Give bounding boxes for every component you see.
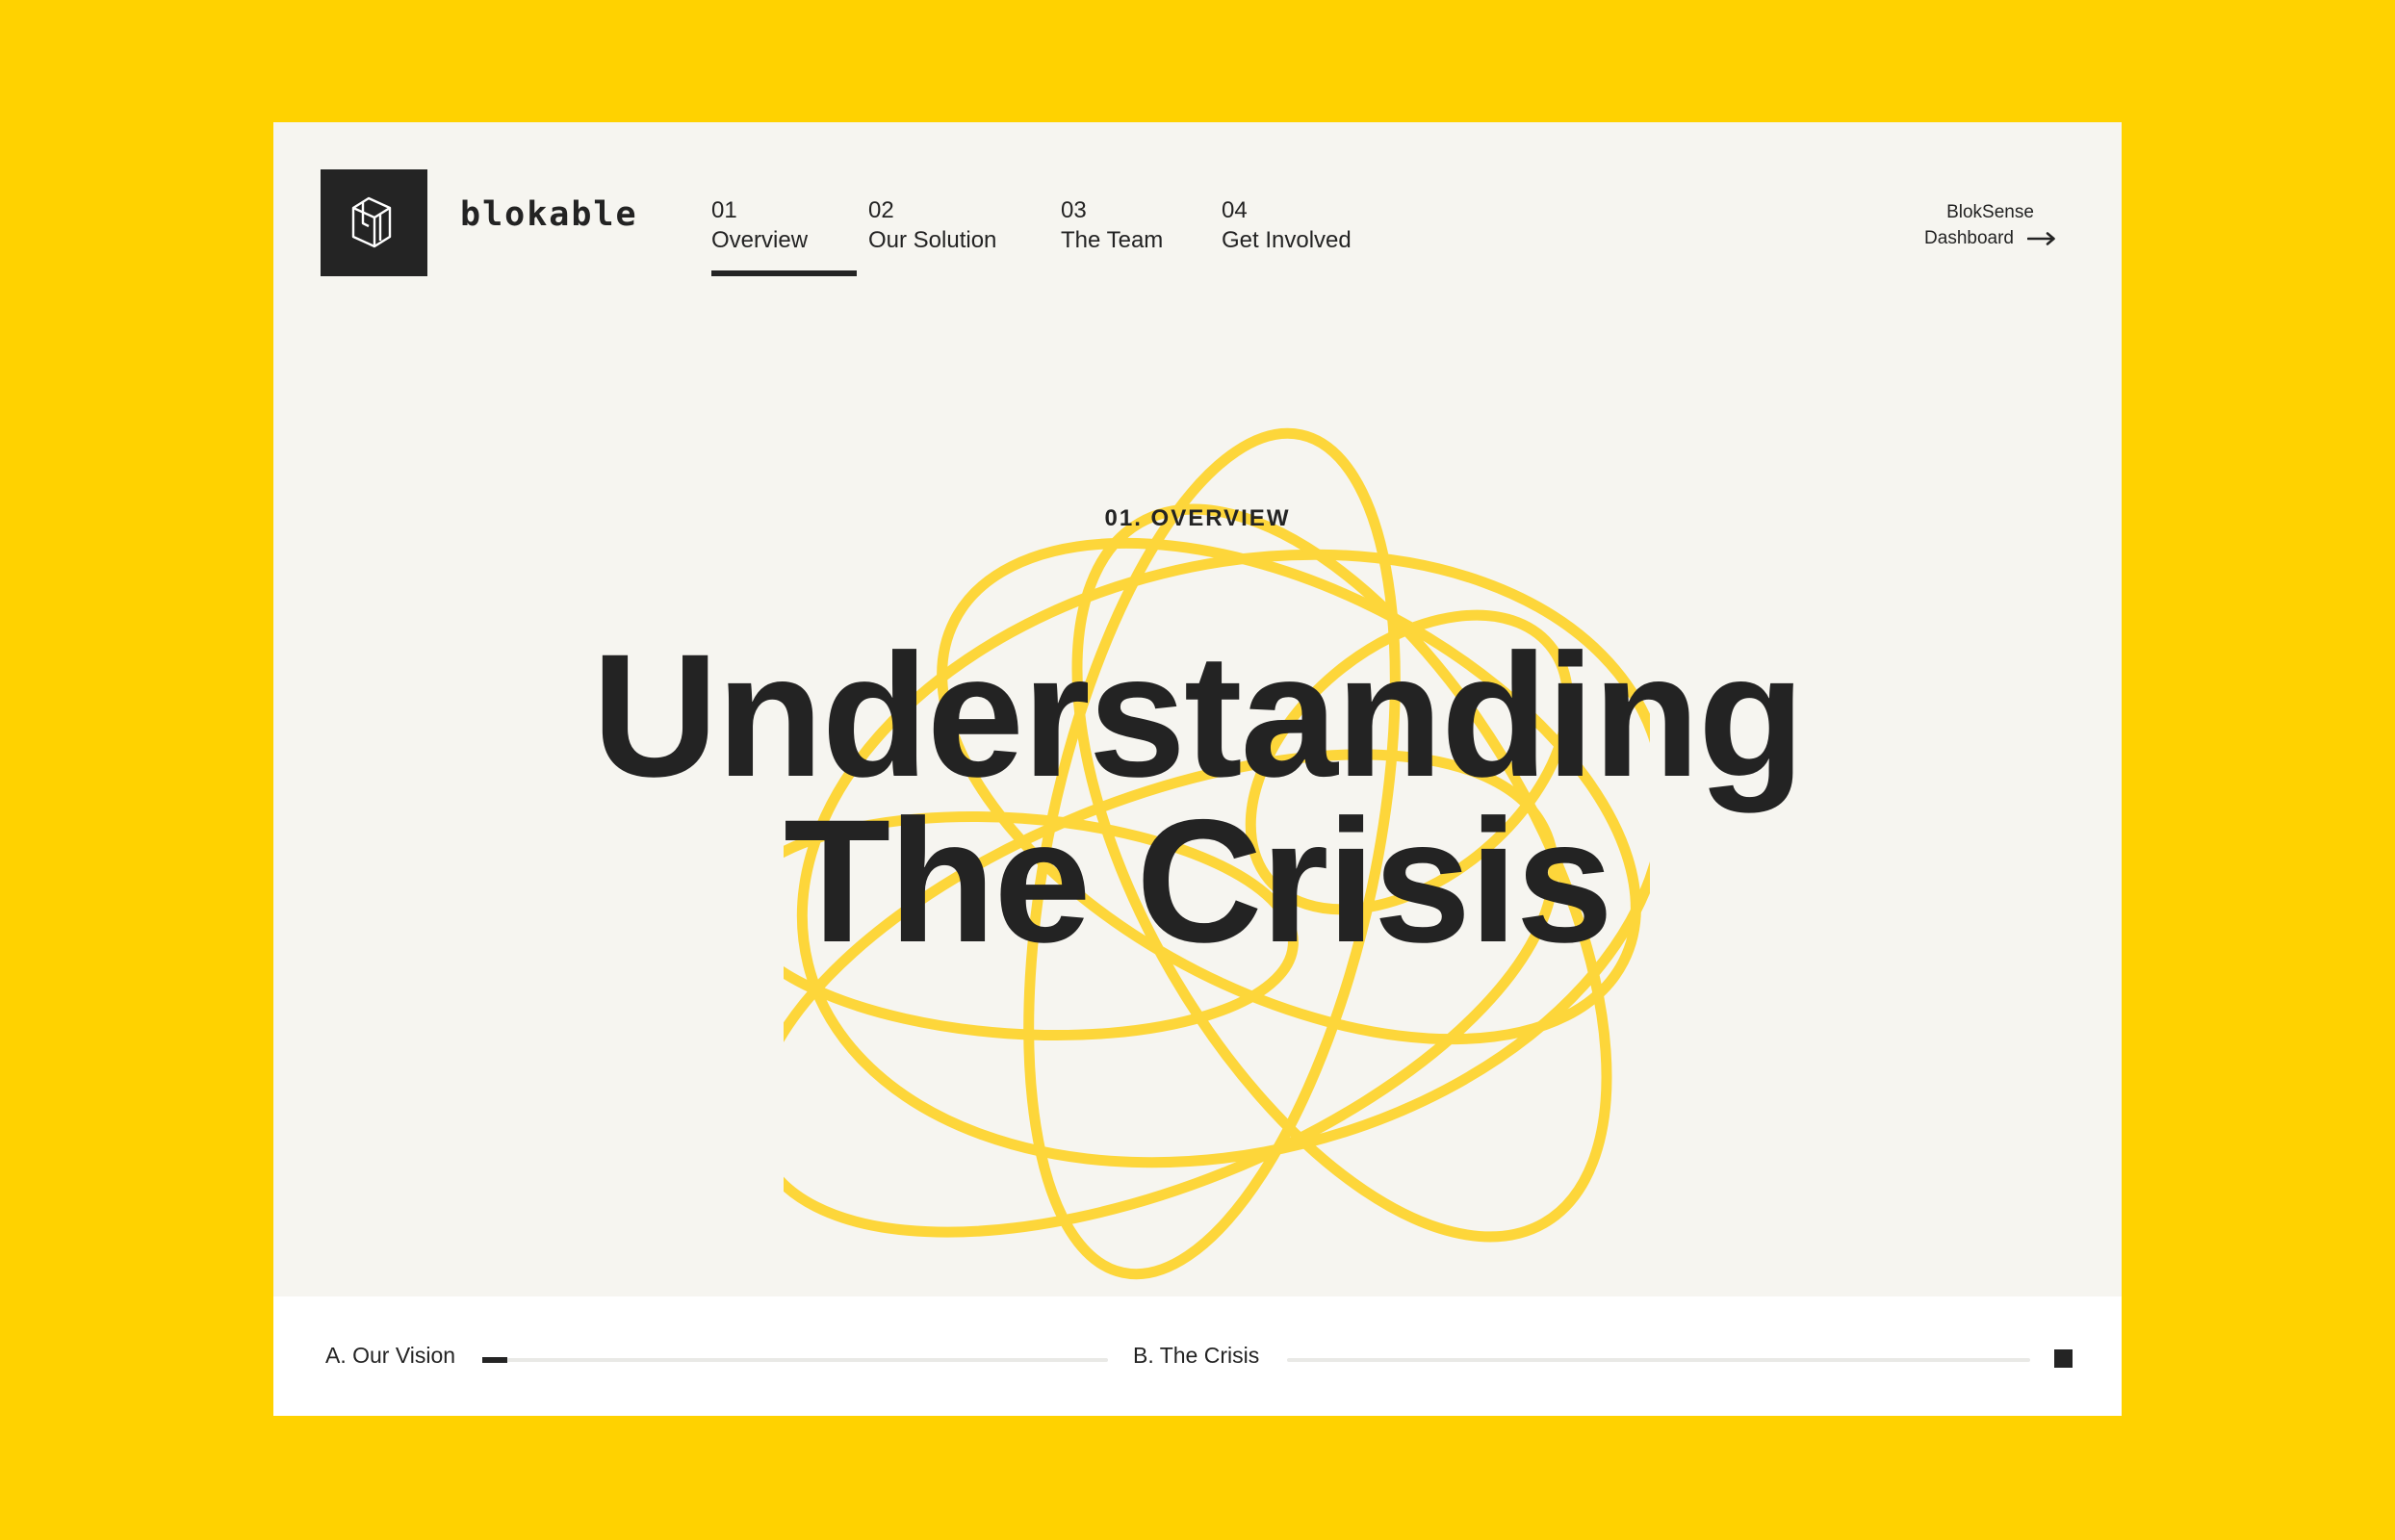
nav-item-the-team[interactable]: 03 The Team: [1061, 195, 1163, 255]
house-cube-icon: [351, 196, 392, 248]
stop-square-icon[interactable]: [2054, 1349, 2073, 1368]
section-link-our-vision[interactable]: A. Our Vision: [325, 1343, 455, 1369]
nav-item-label: Overview: [711, 227, 809, 253]
section-fill-our-vision: [482, 1357, 507, 1363]
nav-active-indicator: [711, 270, 857, 276]
hero-title: Understanding The Crisis: [273, 617, 2122, 979]
brand-wordmark[interactable]: blokable: [460, 195, 638, 234]
section-track-the-crisis[interactable]: [1287, 1358, 2030, 1362]
nav-item-our-solution[interactable]: 02 Our Solution: [868, 195, 996, 255]
dashboard-link[interactable]: BlokSense Dashboard: [1924, 199, 2056, 251]
dashboard-link-line2: Dashboard: [1924, 228, 2014, 248]
hero-title-line1: Understanding: [591, 617, 1805, 813]
section-progress-bar: A. Our Vision B. The Crisis: [273, 1296, 2122, 1416]
nav-item-label: The Team: [1061, 227, 1164, 253]
section-track-our-vision[interactable]: [482, 1357, 1108, 1363]
nav-item-label: Get Involved: [1222, 227, 1352, 253]
nav-item-number: 04: [1222, 197, 1248, 223]
dashboard-link-line1: BlokSense: [1946, 202, 2034, 222]
hero-title-line2: The Crisis: [784, 783, 1613, 979]
section-eyebrow: 01. OVERVIEW: [1104, 505, 1291, 531]
nav-item-overview[interactable]: 01 Overview: [711, 195, 808, 255]
nav-item-label: Our Solution: [868, 227, 997, 253]
nav-item-number: 03: [1061, 197, 1087, 223]
section-link-the-crisis[interactable]: B. The Crisis: [1133, 1343, 1259, 1369]
nav-item-number: 01: [711, 197, 737, 223]
logo-mark[interactable]: [321, 169, 427, 276]
arrow-right-icon: [2027, 231, 2055, 245]
nav-item-get-involved[interactable]: 04 Get Involved: [1222, 195, 1352, 255]
nav-item-number: 02: [868, 197, 894, 223]
page-frame: blokable 01 Overview 02 Our Solution 03 …: [273, 122, 2122, 1416]
